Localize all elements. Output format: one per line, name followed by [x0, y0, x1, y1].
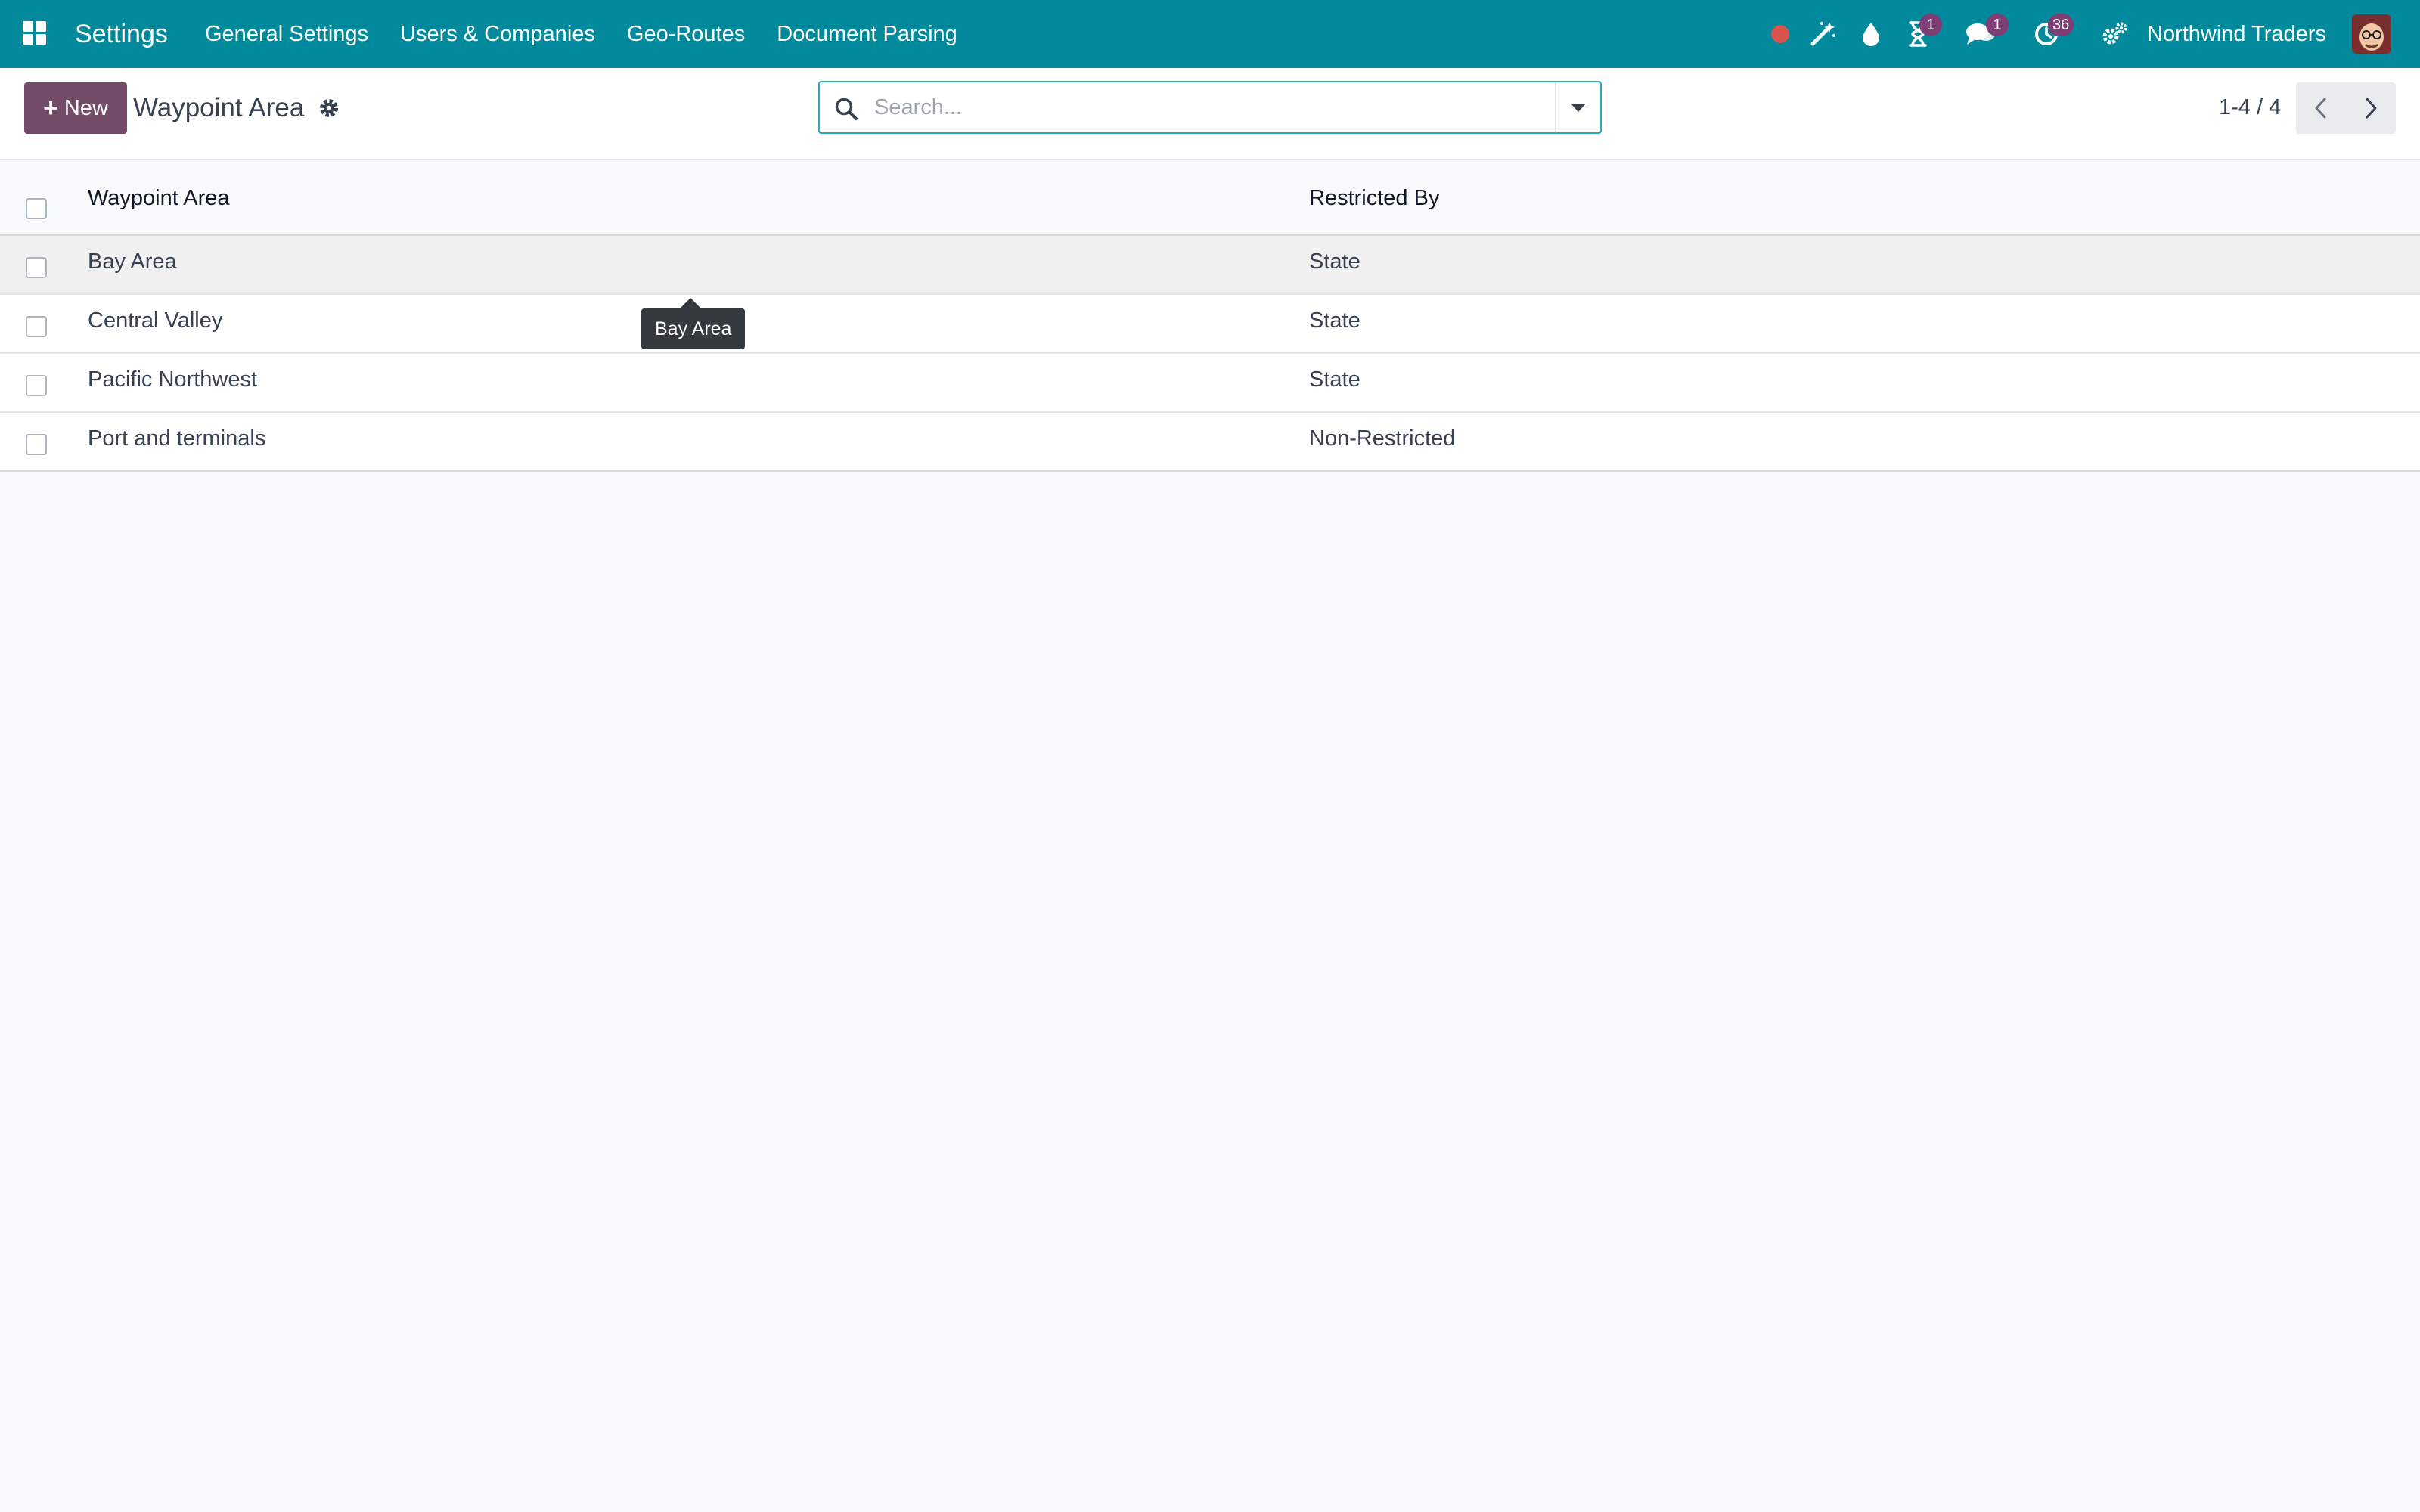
list-header: Waypoint Area Restricted By	[0, 160, 2420, 236]
menu-item-users-companies[interactable]: Users & Companies	[384, 0, 611, 68]
gears-icon[interactable]	[2099, 17, 2130, 51]
table-row[interactable]: Port and terminals Non-Restricted	[0, 413, 2420, 472]
list-view: Waypoint Area Restricted By Bay Area Sta…	[0, 160, 2420, 472]
pager-next-button[interactable]	[2346, 82, 2396, 134]
table-row[interactable]: Bay Area State	[0, 236, 2420, 295]
row-checkbox[interactable]	[26, 316, 47, 337]
company-switcher[interactable]: Northwind Traders	[2147, 17, 2326, 51]
row-checkbox[interactable]	[26, 375, 47, 396]
chevron-right-icon	[2366, 98, 2377, 119]
menu-item-document-parsing[interactable]: Document Parsing	[761, 0, 973, 68]
activity-count-badge: 1	[1919, 14, 1942, 36]
chat-icon[interactable]: 1	[1963, 14, 2009, 51]
new-button-label: New	[64, 95, 108, 120]
search-icon	[833, 96, 859, 122]
table-row[interactable]: Pacific Northwest State	[0, 354, 2420, 413]
messages-count-badge: 1	[1986, 14, 2009, 36]
row-checkbox[interactable]	[26, 434, 47, 455]
app-name[interactable]: Settings	[75, 17, 168, 51]
cell-restricted-by[interactable]: State	[1309, 249, 1360, 274]
plus-icon: +	[43, 94, 58, 122]
top-navbar: Settings General Settings Users & Compan…	[0, 0, 2420, 68]
new-button[interactable]: + New	[24, 82, 127, 134]
chevron-left-icon	[2315, 98, 2326, 119]
control-panel: + New Waypoint Area 1-4 / 4	[0, 68, 2420, 160]
cell-restricted-by[interactable]: State	[1309, 308, 1360, 333]
pager-previous-button[interactable]	[2296, 82, 2346, 134]
apps-grid-icon[interactable]	[23, 21, 47, 45]
menu-item-geo-routes[interactable]: Geo-Routes	[611, 0, 761, 68]
caret-down-icon	[1571, 103, 1586, 112]
pager-value[interactable]: 1-4 / 4	[2219, 91, 2281, 124]
tooltip-arrow	[680, 298, 701, 308]
cell-waypoint-area[interactable]: Central Valley	[88, 308, 222, 333]
menu-item-general-settings[interactable]: General Settings	[189, 0, 384, 68]
tooltip: Bay Area	[641, 308, 746, 349]
cell-waypoint-area[interactable]: Pacific Northwest	[88, 367, 257, 392]
page-title: Waypoint Area	[133, 93, 305, 122]
cell-waypoint-area[interactable]: Bay Area	[88, 249, 177, 274]
magic-wand-icon[interactable]	[1807, 17, 1838, 51]
column-header-restricted-by[interactable]: Restricted By	[1309, 186, 1439, 211]
user-avatar[interactable]	[2352, 14, 2391, 54]
search-options-toggle[interactable]	[1555, 82, 1600, 132]
water-drop-icon[interactable]	[1857, 17, 1885, 51]
cell-waypoint-area[interactable]: Port and terminals	[88, 426, 265, 451]
clock-icon[interactable]: 36	[2031, 14, 2074, 51]
search-bar	[818, 81, 1602, 134]
search-input[interactable]	[873, 88, 1531, 126]
cell-restricted-by[interactable]: Non-Restricted	[1309, 426, 1455, 451]
cell-restricted-by[interactable]: State	[1309, 367, 1360, 392]
clock-count-badge: 36	[2048, 14, 2074, 36]
table-row[interactable]: Central Valley State	[0, 295, 2420, 354]
record-icon[interactable]	[1767, 17, 1794, 51]
gear-icon[interactable]	[318, 97, 340, 119]
select-all-checkbox[interactable]	[26, 198, 47, 219]
main-menu: General Settings Users & Companies Geo-R…	[189, 0, 973, 68]
column-header-waypoint-area[interactable]: Waypoint Area	[88, 186, 230, 211]
hourglass-icon[interactable]: 1	[1903, 14, 1942, 51]
row-checkbox[interactable]	[26, 257, 47, 278]
